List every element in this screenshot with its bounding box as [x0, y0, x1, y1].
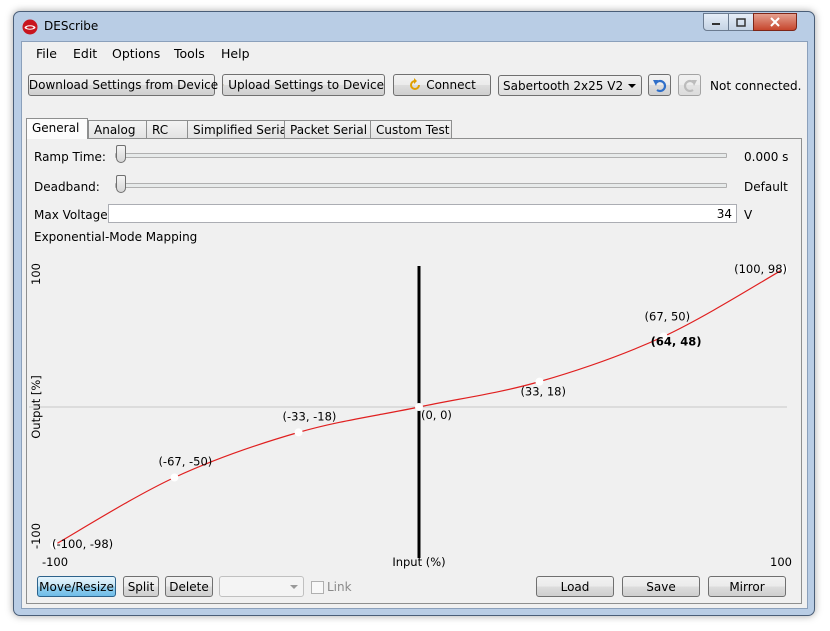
tab-analog[interactable]: Analog — [88, 120, 147, 138]
client-area: File Edit Options Tools Help Download Se… — [21, 41, 808, 609]
y-tick-label-max: 100 — [29, 263, 43, 285]
split-label: Split — [127, 579, 155, 594]
save-button[interactable]: Save — [622, 576, 700, 597]
chevron-down-icon — [290, 585, 298, 589]
delete-label: Delete — [169, 579, 209, 594]
point-label: (-67, -50) — [158, 455, 212, 469]
chevron-down-icon — [628, 84, 636, 88]
download-settings-button[interactable]: Download Settings from Device — [28, 74, 219, 96]
save-label: Save — [646, 579, 676, 594]
menu-options[interactable]: Options — [112, 46, 160, 61]
mirror-button[interactable]: Mirror — [708, 576, 786, 597]
point-label: (67, 50) — [645, 310, 691, 324]
link-target-select[interactable] — [219, 576, 304, 597]
point-label: (100, 98) — [734, 262, 787, 276]
redo-icon — [683, 79, 697, 93]
hover-point-label: (64, 48) — [651, 334, 702, 348]
upload-settings-button[interactable]: Upload Settings to Device — [222, 74, 385, 96]
x-axis-label: Input (%) — [392, 555, 445, 569]
connection-status: Not connected. — [710, 79, 802, 93]
undo-icon — [652, 79, 666, 93]
mapping-label: Exponential-Mode Mapping — [34, 230, 198, 244]
device-select-value: Sabertooth 2x25 V2 — [503, 78, 624, 93]
tab-rc[interactable]: RC — [146, 120, 188, 138]
refresh-connect-icon — [410, 78, 421, 90]
redo-button[interactable] — [678, 74, 701, 96]
tab-simplified-serial[interactable]: Simplified Serial — [187, 120, 290, 138]
deadband-track — [115, 183, 727, 188]
menu-tools[interactable]: Tools — [174, 46, 205, 61]
y-axis-label: Output [%] — [29, 375, 43, 439]
load-button[interactable]: Load — [536, 576, 614, 597]
point-label: (0, 0) — [421, 408, 452, 422]
load-label: Load — [560, 579, 590, 594]
menu-bar: File Edit Options Tools Help — [22, 42, 807, 64]
point-label: (33, 18) — [520, 385, 566, 399]
ramp-time-slider[interactable] — [116, 145, 126, 163]
tab-packet-serial[interactable]: Packet Serial — [284, 120, 371, 138]
max-voltage-unit: V — [744, 208, 753, 222]
device-select[interactable]: Sabertooth 2x25 V2 — [498, 75, 642, 96]
minimize-icon — [712, 23, 720, 25]
x-tick-label-min: -100 — [42, 555, 68, 569]
minimize-button[interactable] — [703, 13, 729, 31]
curve-point — [170, 473, 179, 482]
max-voltage-label: Max Voltage: — [34, 208, 112, 222]
deadband-slider[interactable] — [116, 175, 126, 193]
connect-label: Connect — [426, 78, 476, 92]
ramp-time-value: 0.000 s — [744, 150, 789, 164]
upload-settings-label: Upload Settings to Device — [228, 78, 384, 92]
menu-help[interactable]: Help — [221, 46, 250, 61]
tab-custom-test[interactable]: Custom Test — [370, 120, 452, 138]
undo-button[interactable] — [648, 74, 671, 96]
move-resize-button[interactable]: Move/Resize — [37, 576, 116, 597]
tab-general[interactable]: General — [26, 118, 88, 139]
ramp-time-track — [115, 153, 727, 158]
maximize-icon — [736, 17, 746, 27]
connect-button[interactable]: Connect — [393, 74, 491, 96]
title-bar[interactable]: DEScribe — [14, 12, 814, 42]
move-resize-label: Move/Resize — [39, 579, 114, 594]
deadband-value: Default — [744, 180, 788, 194]
curve-point — [294, 428, 303, 437]
max-voltage-input[interactable]: 34 — [108, 204, 737, 223]
x-tick-label-max: 100 — [770, 555, 792, 569]
y-tick-label-min: -100 — [29, 523, 43, 549]
link-label: Link — [327, 580, 352, 594]
deadband-label: Deadband: — [34, 180, 100, 194]
menu-edit[interactable]: Edit — [73, 46, 97, 61]
mirror-label: Mirror — [729, 579, 765, 594]
point-label: (-33, -18) — [283, 409, 337, 423]
ramp-time-label: Ramp Time: — [34, 150, 106, 164]
close-button[interactable] — [753, 13, 797, 31]
app-window: DEScribe File Edit Options Tools Help Do… — [13, 11, 815, 616]
split-button[interactable]: Split — [123, 576, 159, 597]
exponential-mapping-chart[interactable]: (-100, -98) (-67, -50) (-33, -18) (0, 0) (33… — [27, 255, 801, 571]
app-logo-icon — [22, 19, 38, 35]
delete-button[interactable]: Delete — [165, 576, 213, 597]
link-checkbox[interactable] — [311, 581, 324, 594]
menu-file[interactable]: File — [36, 46, 57, 61]
close-icon — [770, 17, 780, 27]
point-label: (-100, -98) — [52, 537, 113, 551]
upload-icon — [223, 84, 225, 86]
download-settings-label: Download Settings from Device — [28, 78, 219, 92]
general-tab-panel: Ramp Time: 0.000 s Deadband: Default Max… — [26, 138, 802, 604]
window-title: DEScribe — [44, 19, 99, 33]
maximize-button[interactable] — [728, 13, 754, 31]
